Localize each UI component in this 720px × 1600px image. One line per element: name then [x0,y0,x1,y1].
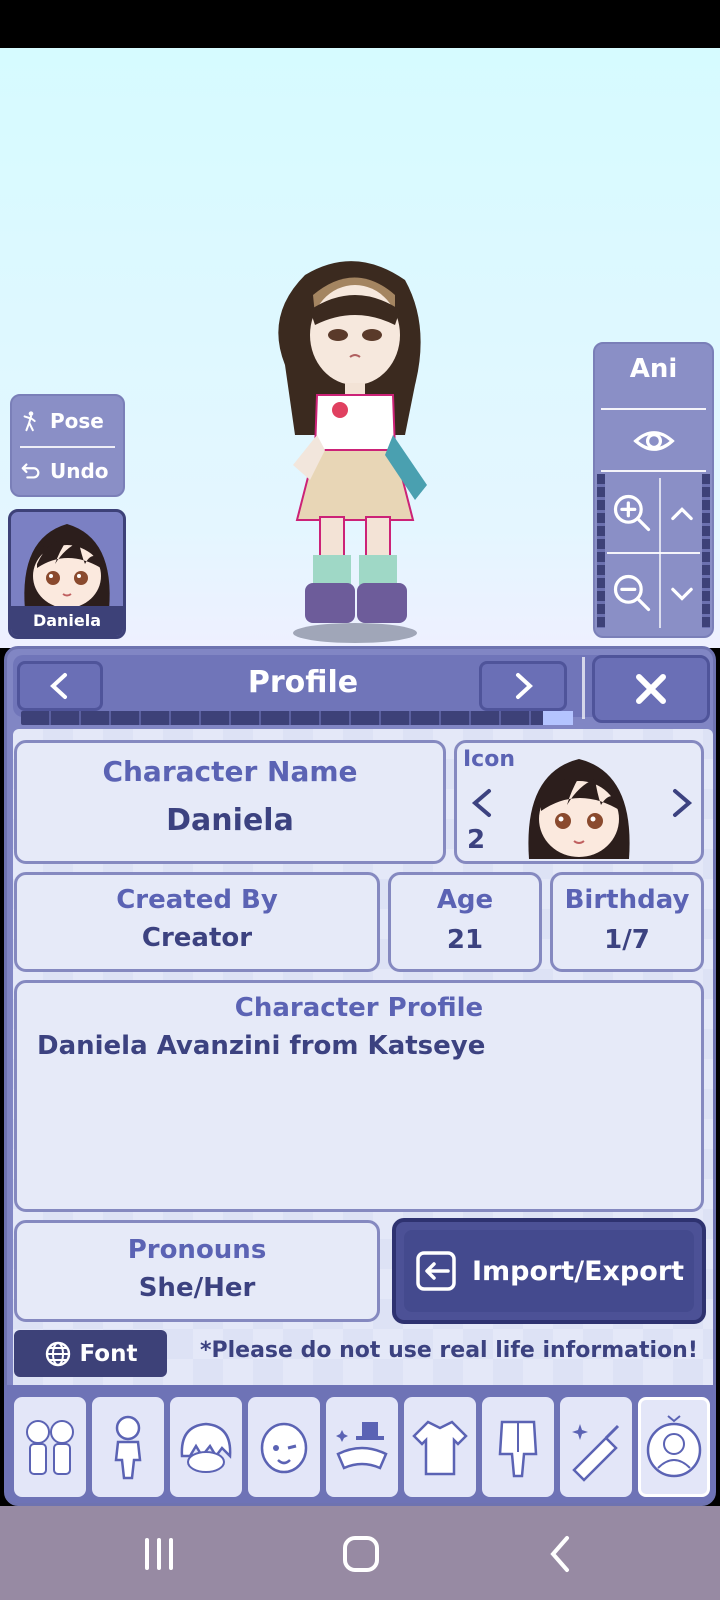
divider [601,470,706,472]
hair-icon [180,1422,232,1473]
zoom-in-button[interactable] [605,478,659,548]
home-button[interactable] [336,1534,386,1574]
props-icon [572,1424,620,1482]
system-navigation-bar [0,1506,720,1600]
chevron-left-icon [50,673,67,699]
close-button[interactable] [592,655,710,723]
divider [607,552,700,554]
pronouns-field[interactable]: Pronouns She/Her [14,1220,380,1322]
pose-button[interactable]: Pose [20,400,119,442]
back-button[interactable] [536,1534,586,1574]
tab-accessories[interactable] [326,1397,398,1497]
close-icon [636,674,666,704]
characters-icon [26,1420,74,1475]
chevron-up-icon [671,507,693,521]
zoom-track-left [597,474,605,628]
accessories-icon [336,1422,388,1470]
profile-icon [646,1415,702,1478]
globe-icon [45,1341,70,1366]
character-profile-field[interactable]: Character Profile Daniela Avanzini from … [14,980,704,1212]
icon-preview-avatar [528,759,630,859]
bottom-icon [498,1420,538,1478]
age-field[interactable]: Age 21 [388,872,542,972]
previous-button[interactable] [17,661,103,711]
progress-fill [543,711,573,725]
icon-label: Icon [463,747,516,772]
tab-face[interactable] [248,1397,320,1497]
pronouns-label: Pronouns [127,1235,267,1265]
home-icon [343,1536,379,1572]
undo-button[interactable]: Undo [20,450,119,492]
age-value: 21 [446,925,484,955]
pronouns-value: She/Her [138,1273,256,1303]
recent-apps-button[interactable] [134,1534,184,1574]
character-card[interactable]: Daniela [8,509,126,639]
icon-selector: Icon 2 [454,740,704,864]
zoom-out-button[interactable] [605,558,659,628]
top-icon [412,1420,468,1476]
font-label: Font [79,1340,138,1367]
move-up-button[interactable] [659,478,705,548]
pose-icon [23,411,36,432]
back-icon [550,1536,569,1572]
undo-label: Undo [50,459,109,483]
zoom-out-icon [613,574,651,612]
character-card-name: Daniela [11,606,123,636]
divider [601,408,706,410]
birthday-field[interactable]: Birthday 1/7 [550,872,704,972]
eye-icon [632,431,675,451]
character-figure[interactable] [255,255,455,650]
character-profile-label: Character Profile [234,993,484,1023]
body-icon [114,1415,142,1480]
character-profile-text: Daniela Avanzini from Katseye [37,1031,486,1061]
visibility-toggle[interactable] [595,412,712,470]
tab-top[interactable] [404,1397,476,1497]
age-label: Age [436,885,494,915]
move-down-button[interactable] [659,558,705,628]
tab-props[interactable] [560,1397,632,1497]
profile-progress-bar [21,711,573,725]
tab-characters[interactable] [14,1397,86,1497]
icon-prev-button[interactable] [467,783,497,823]
character-name-field[interactable]: Character Name Daniela [14,740,446,864]
tab-body[interactable] [92,1397,164,1497]
import-icon [416,1251,456,1291]
chevron-right-icon [516,673,533,699]
animation-panel: Ani [593,342,714,638]
icon-next-button[interactable] [667,783,697,823]
recent-apps-icon [145,1538,173,1570]
birthday-value: 1/7 [604,925,650,955]
divider [582,657,585,719]
character-name-label: Character Name [102,755,358,788]
birthday-label: Birthday [564,885,690,915]
character-avatar [24,524,110,610]
next-button[interactable] [479,661,567,711]
import-export-label: Import/Export [471,1255,685,1287]
pose-label: Pose [50,409,104,433]
divider [20,446,115,448]
zoom-in-icon [613,494,651,532]
panel-title: Profile [247,665,359,700]
privacy-note: *Please do not use real life information… [200,1338,698,1363]
category-tab-bar [4,1385,716,1503]
pose-undo-panel: Pose Undo [10,394,125,497]
undo-icon [21,463,40,479]
icon-number: 2 [467,825,486,855]
created-by-label: Created By [116,885,278,915]
status-bar [0,0,720,48]
face-icon [260,1422,308,1474]
tab-hair[interactable] [170,1397,242,1497]
import-export-button[interactable]: Import/Export [392,1218,706,1324]
character-name-value: Daniela [166,803,294,838]
font-button[interactable]: Font [14,1330,167,1377]
created-by-value: Creator [141,923,253,953]
created-by-field[interactable]: Created By Creator [14,872,380,972]
tab-profile[interactable] [638,1397,710,1497]
chevron-down-icon [671,587,693,601]
tab-bottom[interactable] [482,1397,554,1497]
ani-button[interactable]: Ani [595,354,712,394]
